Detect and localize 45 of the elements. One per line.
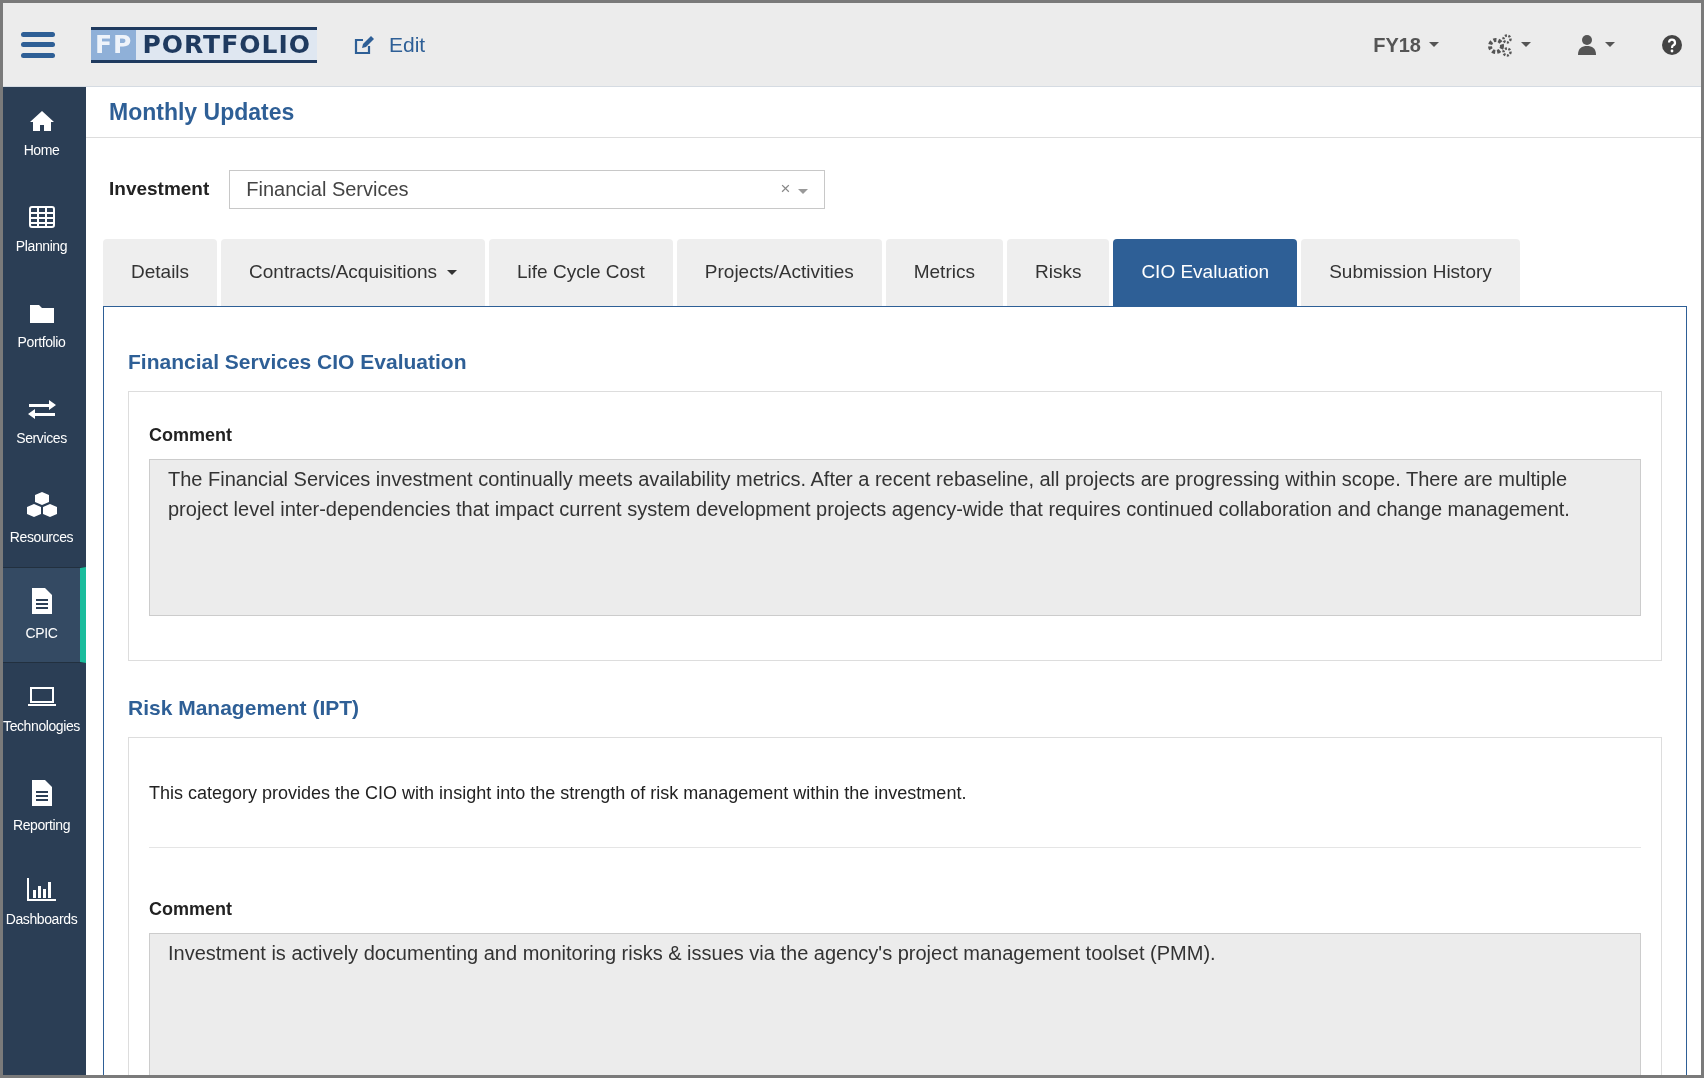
sidebar-item[interactable]: Portfolio (3, 279, 86, 375)
arrows-icon (26, 397, 57, 420)
sidebar-item[interactable]: Technologies (3, 663, 86, 759)
sidebar-item[interactable]: Reporting (3, 759, 86, 855)
sidebar-item[interactable]: CPIC (3, 567, 86, 663)
bar-chart-icon (26, 876, 57, 901)
sidebar-item[interactable]: Planning (3, 183, 86, 279)
tab[interactable]: Risks (1006, 238, 1110, 306)
field-label: Comment (149, 423, 233, 447)
section-title: Risk Management (IPT) (128, 694, 361, 720)
caret-icon (798, 189, 809, 195)
user-dropdown[interactable] (1577, 33, 1615, 56)
tab[interactable]: CIO Evaluation (1113, 238, 1298, 306)
clear-icon[interactable]: × (780, 179, 791, 199)
sidebar-item[interactable]: Resources (3, 471, 86, 567)
edit-link[interactable]: Edit (353, 28, 426, 61)
help-icon[interactable] (1661, 33, 1683, 56)
section-title: Financial Services CIO Evaluation (128, 348, 468, 374)
field-label: Comment (149, 897, 233, 921)
home-icon (28, 109, 55, 132)
fiscal-year-dropdown[interactable]: FY18 (1373, 29, 1439, 60)
description-text: This category provides the CIO with insight into the strength of risk management within the investment. (149, 779, 1641, 848)
tab[interactable]: Submission History (1301, 238, 1520, 306)
tab[interactable]: Metrics (885, 238, 1003, 306)
tab[interactable]: Projects/Activities (676, 238, 882, 306)
comment-field[interactable]: The Financial Services investment continually meets availability metrics. After a recent rebaseline, all projects are progressing within scope. There are multiple project level inter-dependencies that impact current system development projects agency-wide that requires continued collaboration and change management. (149, 458, 1641, 616)
edit-icon (353, 33, 375, 56)
comment-field[interactable]: Investment is actively documenting and monitoring risks & issues via the agency's project management toolset (PMM). (149, 932, 1641, 1075)
logo: FP PORTFOLIO (91, 26, 317, 63)
cubes-icon (25, 490, 58, 519)
tab[interactable]: Life Cycle Cost (489, 238, 673, 306)
menu-icon[interactable] (21, 31, 55, 58)
laptop-icon (26, 685, 57, 708)
investment-select[interactable]: Financial Services × (229, 169, 826, 209)
document-icon (30, 586, 53, 615)
tab[interactable]: Details (103, 238, 218, 306)
tab[interactable]: Contracts/Acquisitions (221, 238, 486, 306)
settings-dropdown[interactable] (1487, 32, 1531, 57)
sidebar-item[interactable]: Dashboards (3, 855, 86, 951)
page-title: Monthly Updates (86, 87, 1701, 138)
sidebar-item[interactable]: Services (3, 375, 86, 471)
document-icon (30, 778, 53, 807)
sidebar-item[interactable]: Home (3, 87, 86, 183)
table-icon (28, 205, 55, 228)
field-label: Investment (109, 176, 210, 201)
